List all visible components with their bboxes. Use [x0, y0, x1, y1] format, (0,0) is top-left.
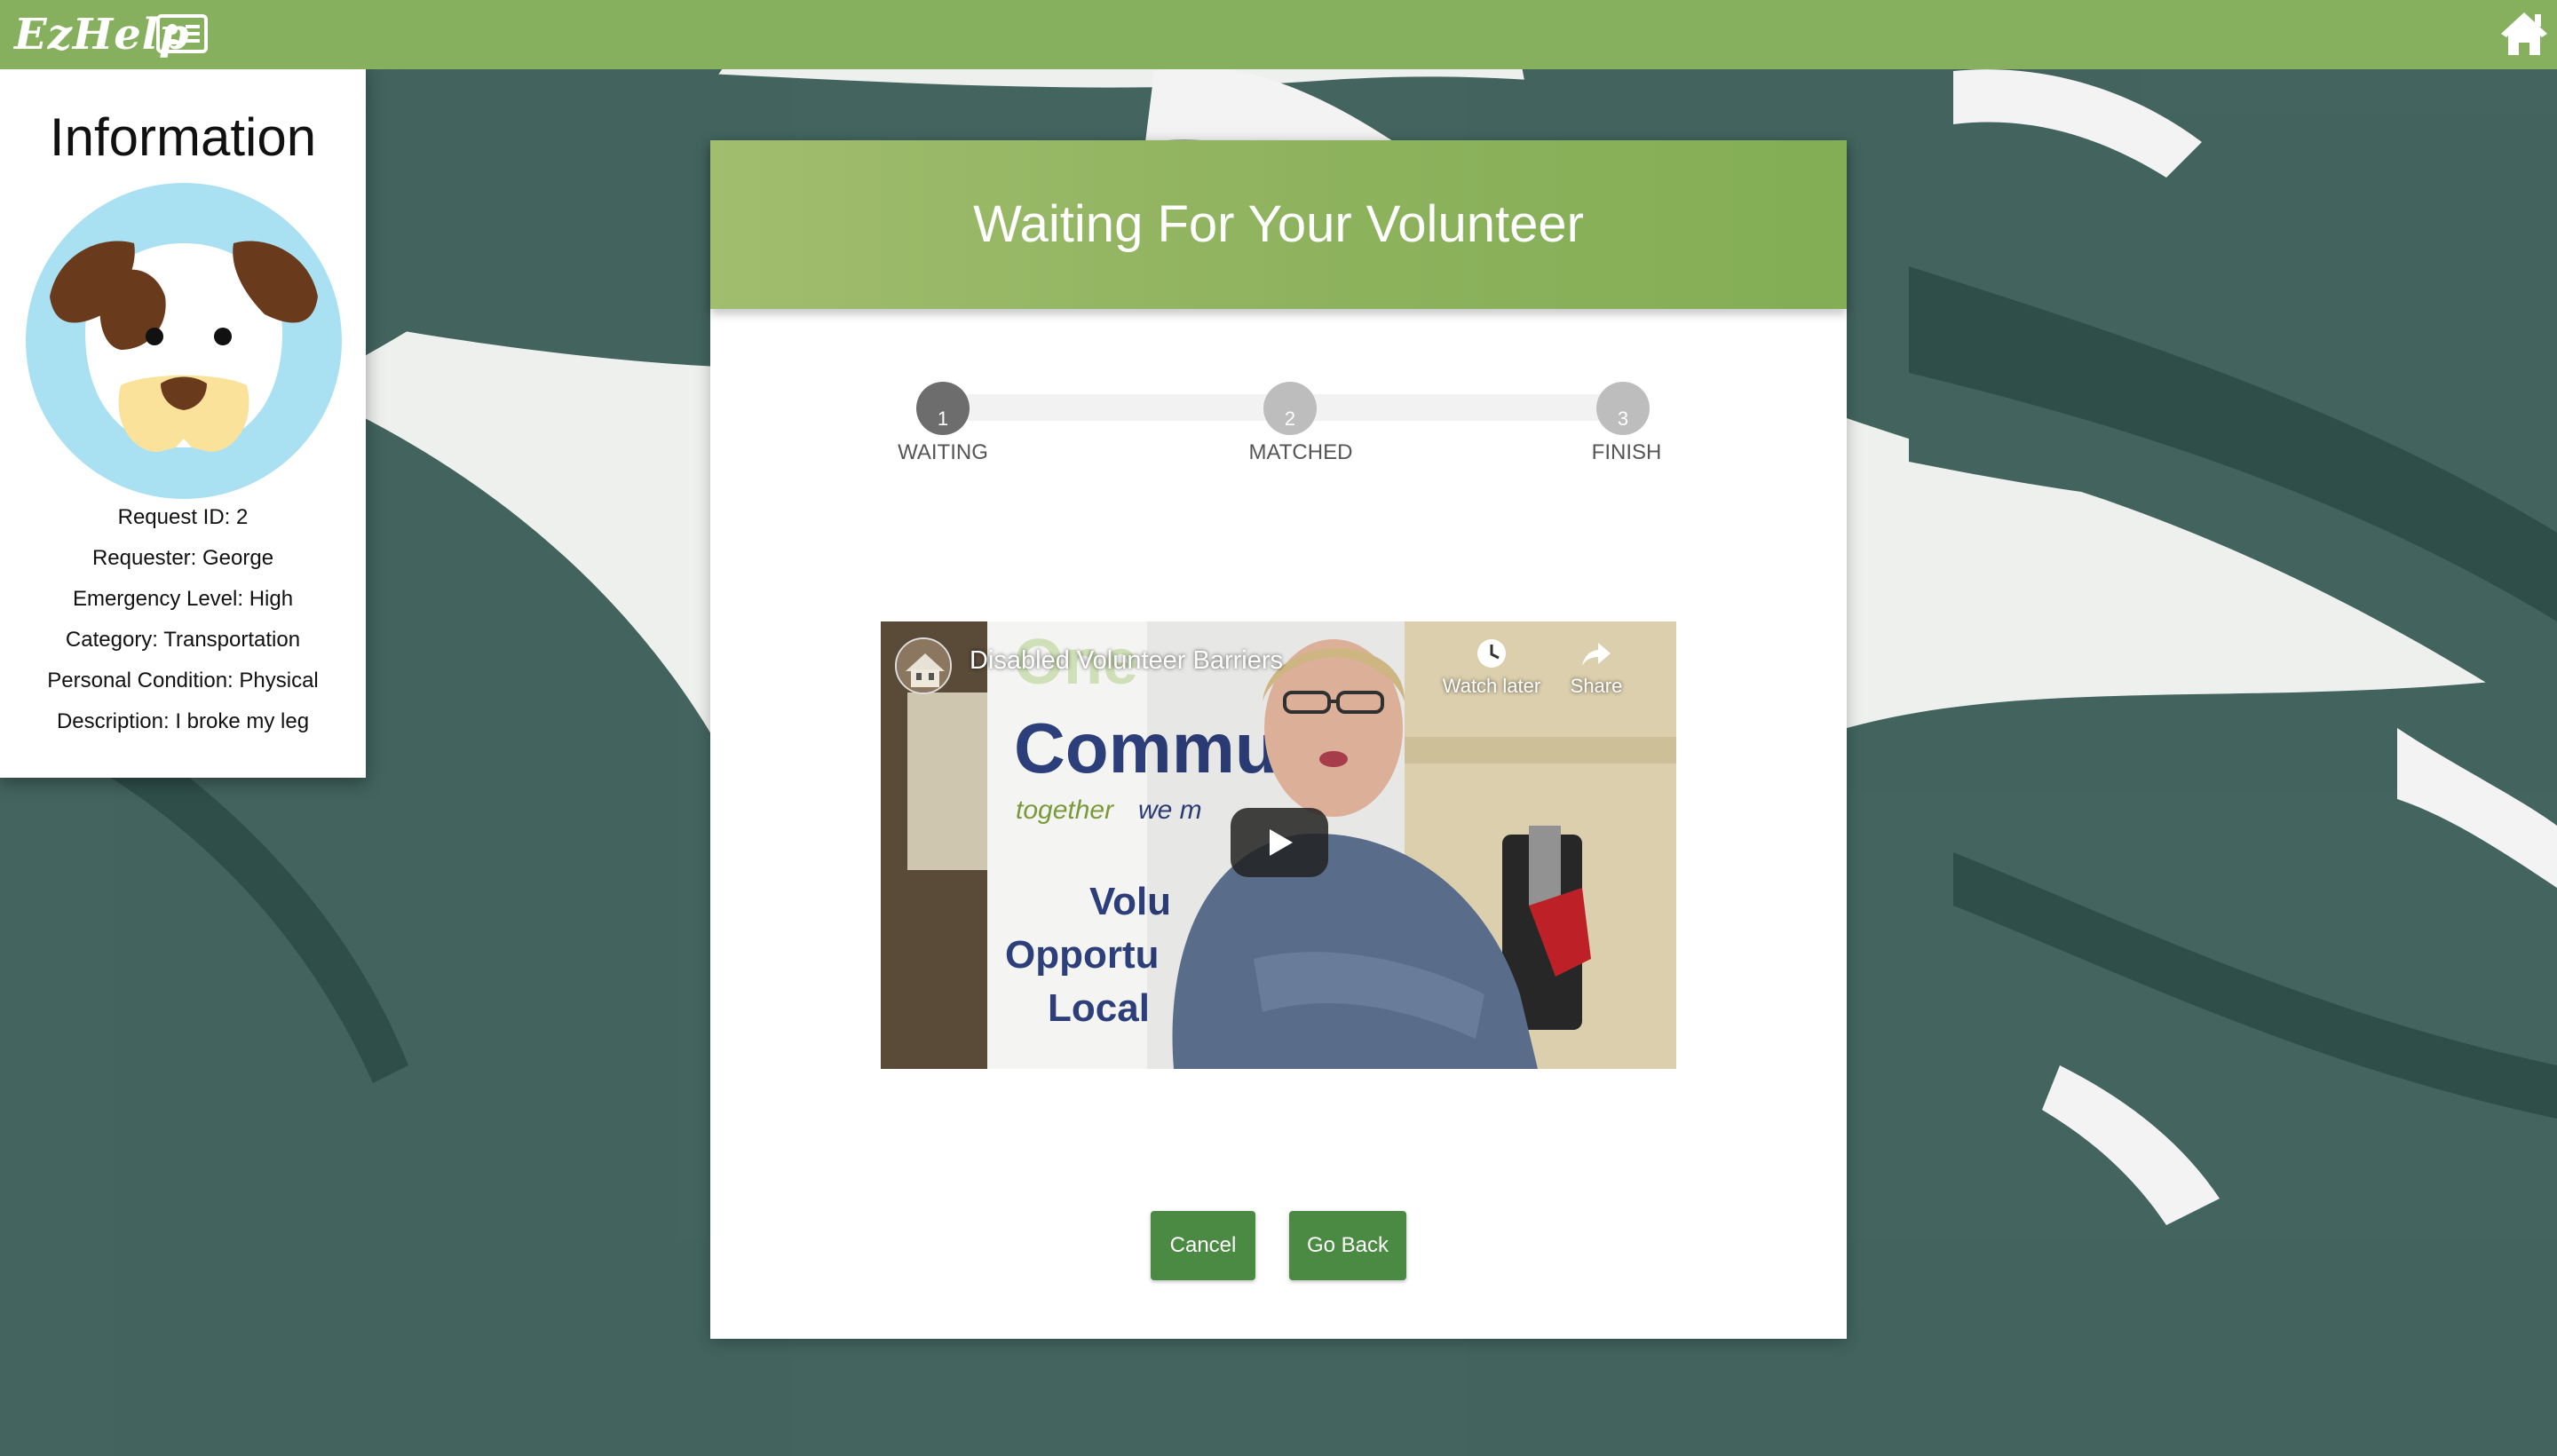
share-arrow-icon — [1582, 643, 1611, 666]
information-panel: Information Request ID: 2 Requester: Geo… — [0, 62, 366, 778]
dog-avatar — [23, 181, 344, 501]
top-bar: EzHelp — [0, 0, 2557, 69]
waiting-card: Waiting For Your Volunteer 1 2 3 WAITING… — [710, 140, 1847, 1339]
poster-text-5: Opportu — [1005, 933, 1160, 977]
information-title: Information — [49, 107, 317, 167]
requester-text: Requester: George — [91, 546, 274, 570]
personal-condition-text: Personal Condition: Physical — [47, 669, 319, 692]
id-card-icon[interactable] — [156, 14, 208, 53]
description-text: Description: I broke my leg — [56, 709, 310, 733]
progress-stepper: 1 2 3 WAITING MATCHED FINISH — [710, 382, 1847, 488]
request-id-text: Request ID: 2 — [117, 505, 249, 529]
watch-later-button[interactable]: Watch later — [1438, 637, 1545, 698]
step-3-label: FINISH — [1591, 440, 1662, 464]
information-details: Request ID: 2 Requester: George Emergenc… — [0, 497, 366, 742]
card-title: Waiting For Your Volunteer — [973, 195, 1584, 253]
share-label: Share — [1570, 675, 1623, 697]
cancel-button[interactable]: Cancel — [1151, 1211, 1255, 1280]
poster-text-6: Local — [1048, 986, 1150, 1030]
category-text: Category: Transportation — [65, 628, 301, 652]
watch-later-label: Watch later — [1442, 675, 1541, 697]
clock-icon — [1477, 639, 1506, 668]
step-3-circle: 3 — [1596, 382, 1650, 435]
step-1-circle: 1 — [916, 382, 970, 435]
channel-avatar[interactable] — [895, 637, 952, 694]
step-1-label: WAITING — [898, 440, 988, 464]
play-icon — [1270, 829, 1293, 856]
step-2-label: MATCHED — [1248, 440, 1353, 464]
emergency-level-text: Emergency Level: High — [72, 587, 294, 611]
home-icon[interactable] — [2499, 9, 2549, 57]
video-title[interactable]: Disabled Volunteer Barriers — [970, 646, 1283, 676]
embedded-video[interactable]: One Commu together we m Volu Opportu Loc… — [881, 621, 1676, 1069]
card-header: Waiting For Your Volunteer — [710, 140, 1847, 309]
play-button[interactable] — [1231, 808, 1328, 877]
go-back-button[interactable]: Go Back — [1289, 1211, 1406, 1280]
poster-text-3: together — [1016, 795, 1114, 825]
step-2-circle: 2 — [1263, 382, 1317, 435]
share-button[interactable]: Share — [1543, 637, 1650, 698]
